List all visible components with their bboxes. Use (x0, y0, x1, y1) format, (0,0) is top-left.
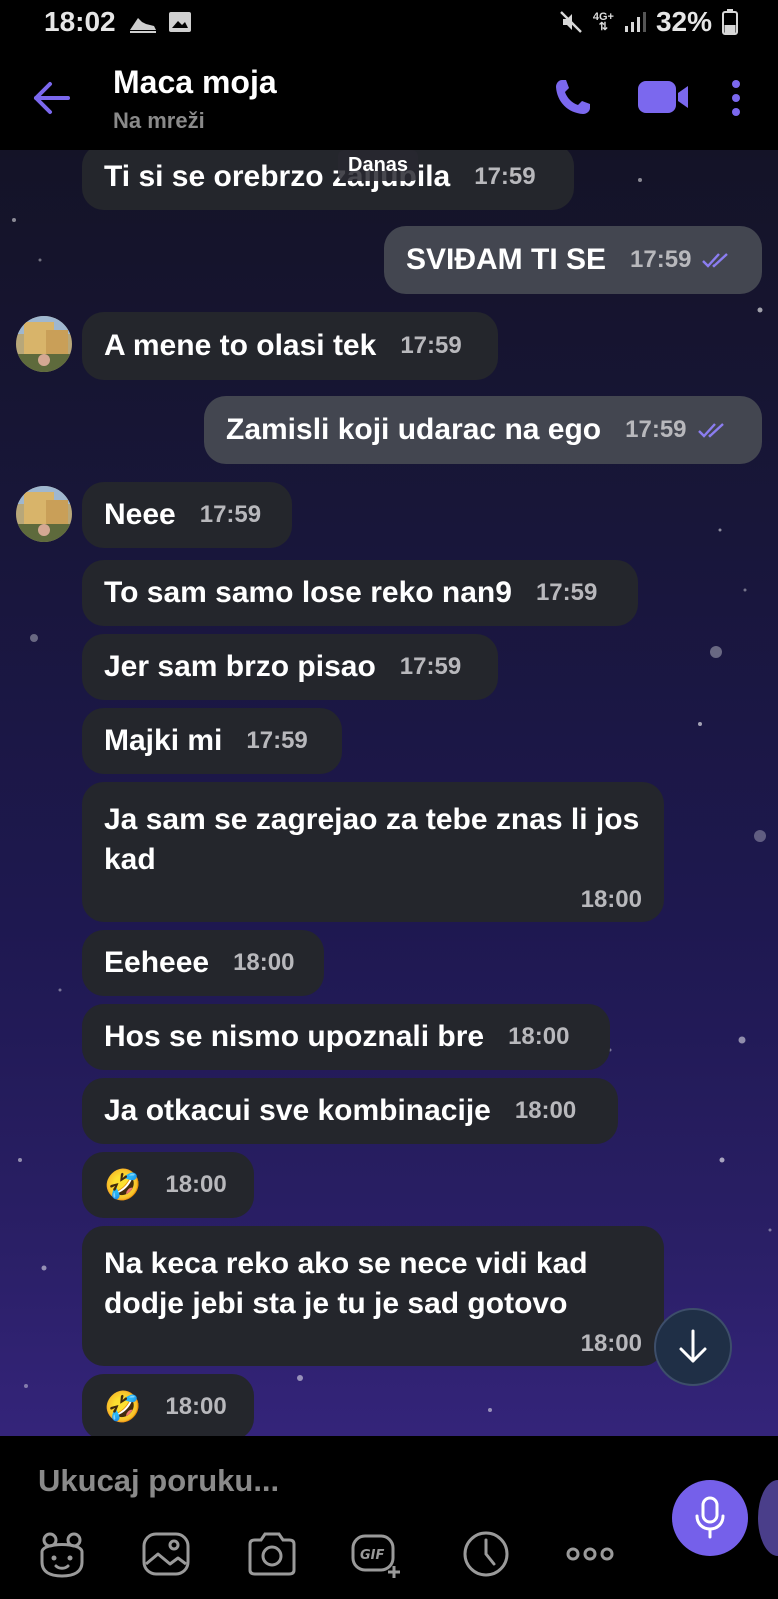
contact-status: Na mreži (113, 108, 205, 133)
message-time: 18:00 (165, 1393, 227, 1420)
scroll-to-bottom-button[interactable] (654, 1308, 732, 1386)
incoming-message[interactable]: Na keca reko ako se nece vidi kad dodje … (82, 1226, 664, 1366)
message-text: Zamisli koji udarac na ego (226, 413, 602, 446)
notification-icons (128, 10, 192, 36)
read-check-icon (697, 421, 727, 439)
camera-icon[interactable] (246, 1528, 298, 1580)
message-list[interactable]: Danas Ti si se orebrzo zaljubila 17:59 S… (0, 150, 778, 1436)
message-text: Jer sam brzo pisao (104, 650, 376, 683)
incoming-message[interactable]: Ja sam se zagrejao za tebe znas li jos k… (82, 782, 664, 922)
outgoing-message[interactable]: SVIĐAM TI SE 17:59 (384, 226, 762, 294)
message-text: Ja sam se zagrejao za tebe znas li jos k… (104, 803, 640, 876)
signal-icon (624, 12, 646, 32)
laughing-emoji: 🤣 (104, 1168, 142, 1202)
incoming-message[interactable]: Ti si se orebrzo zaljubila 17:59 (82, 150, 574, 210)
message-time: 18:00 (165, 1171, 227, 1198)
contact-name[interactable]: Maca moja (113, 64, 277, 101)
laughing-emoji: 🤣 (104, 1390, 142, 1424)
system-status: 4G+ ⇅ 32% (559, 6, 738, 38)
battery-icon (722, 9, 738, 35)
network-indicator: 4G+ ⇅ (593, 12, 614, 33)
sticker-icon[interactable] (36, 1528, 88, 1580)
message-time: 17:59 (474, 163, 536, 190)
message-time: 18:00 (233, 949, 295, 976)
message-time: 17:59 (535, 579, 598, 606)
message-time: 17:59 (630, 246, 692, 273)
incoming-message[interactable]: 🤣 18:00 (82, 1152, 254, 1218)
secondary-action-edge[interactable] (758, 1480, 778, 1556)
message-time: 17:59 (199, 501, 262, 528)
network-arrows: ⇅ (598, 21, 608, 33)
battery-percent: 32% (655, 6, 712, 37)
back-arrow-icon[interactable] (30, 76, 74, 120)
voice-record-button[interactable] (672, 1480, 748, 1556)
message-text: Eeheee (104, 946, 210, 979)
contact-avatar[interactable] (16, 486, 72, 542)
video-call-icon[interactable] (636, 76, 690, 118)
message-text: Na keca reko ako se nece vidi kad dodje … (104, 1247, 588, 1320)
message-text: A mene to olasi tek (104, 329, 377, 362)
read-check-icon (701, 251, 731, 269)
message-time: 18:00 (514, 1097, 577, 1124)
message-text: Hos se nismo upoznali bre (104, 1020, 485, 1053)
message-time: 18:00 (580, 1330, 642, 1357)
incoming-message[interactable]: Jer sam brzo pisao 17:59 (82, 634, 498, 700)
message-time: 18:00 (580, 886, 642, 913)
svg-text:GIF: GIF (360, 1548, 385, 1563)
phone-call-icon[interactable] (548, 74, 596, 122)
message-time: 17:59 (625, 416, 687, 443)
message-text: SVIĐAM TI SE (406, 243, 607, 276)
chat-screen: 18:02 4G+ ⇅ 32% Maca moja Na mreži Danas… (0, 0, 778, 1599)
conversation-header: Maca moja Na mreži (0, 46, 778, 151)
message-text: Ja otkacui sve kombinacije (104, 1094, 491, 1127)
arrow-down-icon (679, 1329, 707, 1363)
status-bar: 18:02 4G+ ⇅ 32% (0, 0, 778, 46)
outgoing-message[interactable]: Zamisli koji udarac na ego 17:59 (204, 396, 762, 464)
message-composer: GIF (0, 1436, 778, 1599)
more-menu-icon[interactable] (726, 74, 746, 122)
message-time: 17:59 (399, 653, 462, 680)
gif-icon[interactable]: GIF (350, 1528, 402, 1580)
message-input[interactable] (36, 1456, 620, 1506)
incoming-message[interactable]: Majki mi 17:59 (82, 708, 342, 774)
image-icon (169, 12, 191, 32)
incoming-message[interactable]: 🤣 18:00 (82, 1374, 254, 1436)
mute-icon (559, 11, 582, 33)
incoming-message[interactable]: Neee 17:59 (82, 482, 292, 548)
message-text: Neee (104, 498, 176, 531)
timer-icon[interactable] (460, 1528, 512, 1580)
message-time: 18:00 (508, 1023, 570, 1050)
message-time: 17:59 (400, 332, 462, 359)
incoming-message[interactable]: A mene to olasi tek 17:59 (82, 312, 498, 380)
more-options-icon[interactable] (564, 1528, 616, 1580)
incoming-message[interactable]: Eeheee 18:00 (82, 930, 324, 996)
incoming-message[interactable]: Ja otkacui sve kombinacije 18:00 (82, 1078, 618, 1144)
contact-avatar[interactable] (16, 316, 72, 372)
message-text: Majki mi (104, 724, 223, 757)
sneaker-icon (130, 18, 156, 33)
message-time: 17:59 (246, 727, 308, 754)
gallery-icon[interactable] (140, 1528, 192, 1580)
message-text: To sam samo lose reko nan9 (104, 576, 512, 609)
status-time: 18:02 (44, 6, 116, 37)
incoming-message[interactable]: Hos se nismo upoznali bre 18:00 (82, 1004, 610, 1070)
date-separator: Danas (338, 150, 419, 181)
microphone-icon (695, 1496, 725, 1539)
incoming-message[interactable]: To sam samo lose reko nan9 17:59 (82, 560, 638, 626)
